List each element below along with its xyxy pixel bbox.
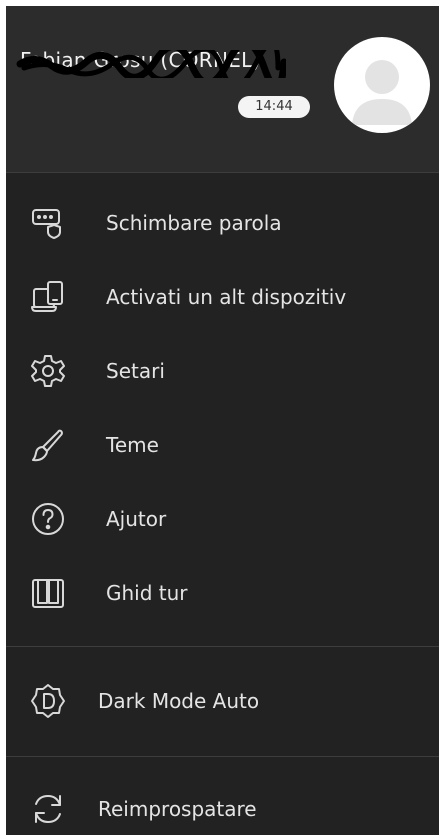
paint-brush-icon [28, 425, 68, 465]
account-header: Fabian Grosu ­(CORNEL) 14:44 [6, 6, 439, 172]
menu-item-label: Ajutor [106, 507, 167, 531]
menu-item-label: Reimprospatare [98, 797, 257, 821]
user-placeholder-icon [352, 60, 412, 125]
password-shield-icon [28, 203, 68, 243]
devices-icon [28, 277, 68, 317]
dark-mode-badge-icon [28, 681, 68, 721]
menu-item-activate-device[interactable]: Activati un alt dispozitiv [6, 269, 439, 325]
menu-item-tour-guide[interactable]: Ghid tur [6, 565, 439, 621]
menu-item-refresh[interactable]: Reimprospatare [6, 781, 439, 835]
menu-item-dark-mode-auto[interactable]: Dark Mode Auto [6, 673, 439, 729]
menu-item-label: Teme [106, 433, 159, 457]
book-icon [28, 573, 68, 613]
help-circle-icon [28, 499, 68, 539]
divider [6, 172, 439, 173]
account-menu-panel: Fabian Grosu ­(CORNEL) 14:44 Schimbare p… [6, 6, 439, 835]
menu-item-label: Dark Mode Auto [98, 689, 260, 713]
menu-item-help[interactable]: Ajutor [6, 491, 439, 547]
divider [6, 646, 439, 647]
menu-item-change-password[interactable]: Schimbare parola [6, 195, 439, 251]
divider [6, 756, 439, 757]
time-badge: 14:44 [238, 96, 310, 118]
avatar[interactable] [334, 37, 430, 133]
username: Fabian Grosu ­(CORNEL) [20, 48, 261, 72]
refresh-icon [28, 789, 68, 829]
menu-item-label: Ghid tur [106, 581, 188, 605]
menu-item-label: Activati un alt dispozitiv [106, 285, 347, 309]
menu-item-label: Setari [106, 359, 165, 383]
menu-item-settings[interactable]: Setari [6, 343, 439, 399]
gear-icon [28, 351, 68, 391]
menu-item-label: Schimbare parola [106, 211, 282, 235]
menu-item-themes[interactable]: Teme [6, 417, 439, 473]
